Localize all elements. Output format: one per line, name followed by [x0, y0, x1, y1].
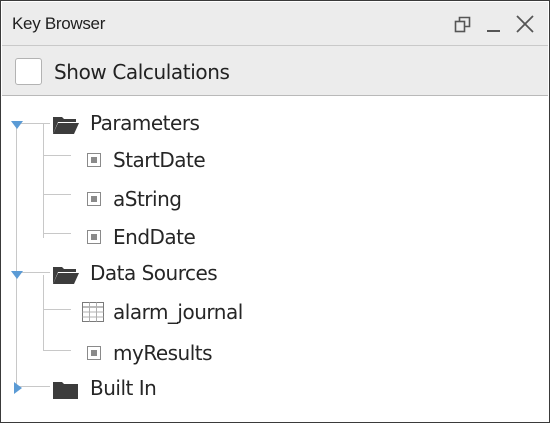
tree-leaf-label: alarm_journal — [113, 300, 243, 324]
tree-guide-line — [43, 123, 44, 238]
value-icon — [87, 346, 101, 365]
tree-guide-line — [16, 127, 17, 387]
title-bar: Key Browser — [2, 2, 548, 46]
expanded-arrow-icon[interactable] — [10, 118, 24, 136]
tree-guide-line — [43, 350, 71, 351]
tree-node-label: Built In — [90, 376, 157, 400]
restore-icon[interactable] — [452, 13, 474, 35]
tree-guide-line — [43, 275, 44, 351]
tree-leaf-label: myResults — [113, 341, 213, 365]
tree-guide-line — [43, 309, 71, 310]
collapsed-arrow-icon[interactable] — [12, 381, 24, 400]
expanded-arrow-icon[interactable] — [10, 268, 24, 286]
tree-guide-line — [43, 155, 71, 156]
value-icon — [87, 192, 101, 211]
options-bar: Show Calculations — [2, 46, 548, 96]
key-tree: Parameters StartDate aString EndDate Dat… — [2, 97, 548, 422]
tree-node-label: Parameters — [90, 111, 200, 135]
tree-leaf-label: StartDate — [113, 148, 206, 172]
folder-open-icon — [52, 114, 80, 141]
key-browser-panel: Key Browser Show Calculations Parameters… — [0, 0, 550, 423]
folder-closed-icon — [52, 379, 80, 406]
tree-guide-line — [43, 233, 71, 234]
show-calculations-label[interactable]: Show Calculations — [54, 60, 230, 84]
table-icon — [82, 302, 104, 327]
folder-open-icon — [52, 264, 80, 291]
tree-leaf-label: EndDate — [113, 225, 196, 249]
close-icon[interactable] — [514, 13, 536, 35]
tree-guide-line — [43, 194, 71, 195]
panel-title: Key Browser — [12, 14, 106, 33]
show-calculations-checkbox[interactable] — [15, 58, 42, 85]
minimize-icon[interactable] — [483, 13, 505, 35]
value-icon — [87, 153, 101, 172]
tree-leaf-label: aString — [113, 187, 182, 211]
tree-node-label: Data Sources — [90, 261, 218, 285]
value-icon — [87, 230, 101, 249]
